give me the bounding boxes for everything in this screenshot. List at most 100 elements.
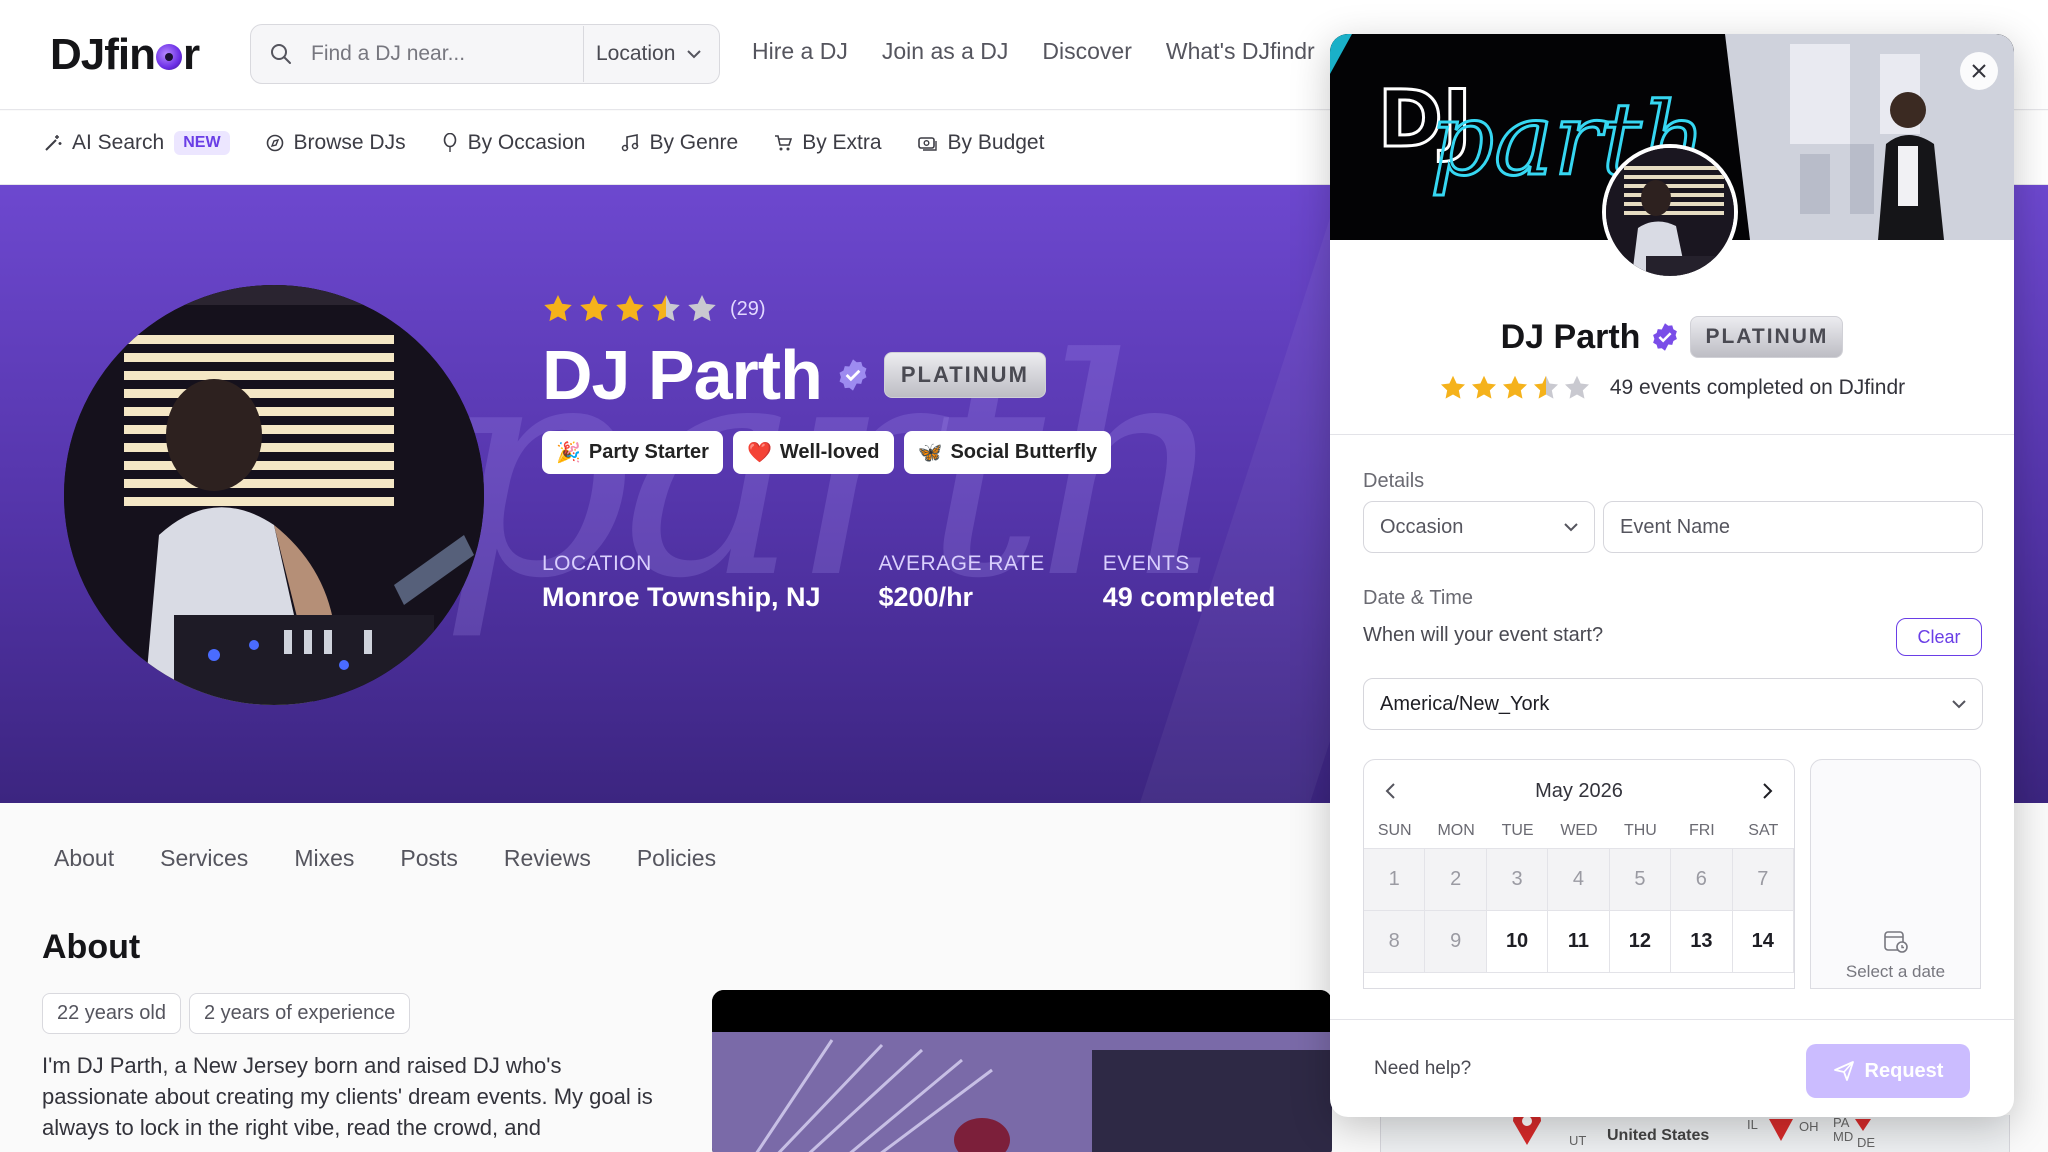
verified-icon	[839, 359, 867, 391]
location-select[interactable]: Location	[584, 42, 719, 66]
close-button[interactable]	[1960, 52, 1998, 90]
rating: (29)	[542, 293, 1275, 325]
stat-label: LOCATION	[542, 552, 652, 575]
weekday-label: TUE	[1501, 822, 1534, 839]
chevron-down-icon	[1564, 522, 1578, 531]
divider	[1330, 1019, 2014, 1020]
send-icon	[1833, 1061, 1854, 1081]
tag-social-butterfly: 🦋 Social Butterfly	[903, 431, 1112, 474]
timezone-value: America/New_York	[1380, 692, 1550, 715]
tab-posts[interactable]: Posts	[400, 845, 458, 872]
calendar-day: 9	[1425, 911, 1487, 973]
butterfly-icon: 🦋	[917, 442, 943, 464]
event-name-input[interactable]: Event Name	[1603, 501, 1983, 553]
new-badge: NEW	[174, 131, 230, 155]
avatar	[64, 285, 484, 705]
money-icon	[917, 137, 937, 151]
nav-hire-dj[interactable]: Hire a DJ	[752, 38, 848, 65]
tab-reviews[interactable]: Reviews	[504, 845, 591, 872]
calendar-day: 4	[1548, 849, 1610, 911]
location-map[interactable]: United States UT IL OH PA MD DE	[1380, 1115, 2010, 1152]
review-count[interactable]: (29)	[730, 298, 766, 321]
events-completed: 49 events completed on DJfindr	[1609, 376, 1906, 399]
section-title: About	[42, 928, 141, 966]
party-popper-icon: 🎉	[556, 442, 581, 464]
star-icon	[688, 295, 716, 322]
request-label: Request	[1864, 1059, 1944, 1082]
stat-value: Monroe Township, NJ	[542, 582, 821, 612]
stat-location: LOCATION Monroe Township, NJ	[542, 552, 821, 613]
profile-stats: LOCATION Monroe Township, NJ AVERAGE RATE…	[542, 552, 1275, 613]
weekday-label: MON	[1437, 822, 1475, 839]
map-label: DE	[1857, 1135, 1876, 1150]
stat-rate: AVERAGE RATE $200/hr	[879, 552, 1045, 613]
hero-info: (29) DJ Parth PLATINUM 🎉 Party Starter ❤️…	[542, 293, 1275, 613]
request-button[interactable]: Request	[1806, 1044, 1970, 1098]
search-bar: Find a DJ near... Location	[250, 24, 720, 84]
tag-label: Social Butterfly	[950, 441, 1098, 463]
calendar: May 2026 SUN MON TUE WED THU FRI SAT 123456789…	[1363, 759, 1795, 989]
search-input[interactable]: Find a DJ near...	[311, 42, 583, 66]
tab-policies[interactable]: Policies	[637, 845, 716, 872]
subnav-ai-search[interactable]: AI Search NEW	[44, 131, 230, 155]
subnav-label: AI Search	[72, 131, 165, 154]
stat-label: EVENTS	[1102, 552, 1190, 575]
calendar-day[interactable]: 11	[1548, 911, 1610, 973]
tag-label: Well-loved	[779, 441, 880, 463]
logo[interactable]: DJfin r	[50, 30, 200, 80]
map-label: UT	[1569, 1133, 1587, 1148]
subnav-label: By Occasion	[467, 131, 586, 154]
star-icon	[1564, 375, 1589, 399]
calendar-day[interactable]: 10	[1486, 911, 1549, 973]
need-help-link[interactable]: Need help?	[1374, 1058, 1471, 1080]
cart-icon	[775, 135, 793, 151]
weekday-label: WED	[1560, 822, 1598, 839]
calendar-day: 1	[1364, 849, 1426, 911]
tab-services[interactable]: Services	[160, 845, 248, 872]
calendar-day: 2	[1425, 849, 1487, 911]
tab-mixes[interactable]: Mixes	[294, 845, 354, 872]
calendar-day[interactable]: 14	[1732, 911, 1794, 973]
video-player[interactable]	[712, 990, 1332, 1152]
star-icon	[1502, 375, 1527, 399]
age-chip: 22 years old	[42, 993, 181, 1034]
nav-whats-djfindr[interactable]: What's DJfindr	[1166, 38, 1315, 65]
star-icon	[1471, 375, 1496, 399]
tag-party-starter: 🎉 Party Starter	[542, 431, 723, 474]
event-name-placeholder: Event Name	[1620, 515, 1731, 538]
about-chips: 22 years old 2 years of experience	[42, 993, 411, 1034]
main-nav: Hire a DJ Join as a DJ Discover What's D…	[752, 38, 1315, 65]
subnav-by-extra[interactable]: By Extra	[774, 131, 882, 155]
stars	[542, 293, 718, 325]
occasion-select[interactable]: Occasion	[1363, 501, 1595, 553]
select-date-hint: Select a date	[1845, 962, 1946, 981]
map-label: United States	[1607, 1127, 1710, 1144]
map-label: OH	[1799, 1119, 1819, 1134]
panel-avatar	[1602, 144, 1738, 280]
stars	[1439, 374, 1591, 402]
time-slots: Select a date	[1810, 759, 1981, 989]
subnav-by-budget[interactable]: By Budget	[917, 131, 1044, 155]
nav-discover[interactable]: Discover	[1042, 38, 1131, 65]
subnav-by-genre[interactable]: By Genre	[621, 131, 738, 155]
chevron-left-icon[interactable]	[1384, 782, 1396, 800]
bio-text: I'm DJ Parth, a New Jersey born and rais…	[42, 1053, 653, 1140]
subnav-label: Browse DJs	[293, 131, 406, 154]
subnav-by-occasion[interactable]: By Occasion	[442, 131, 586, 155]
star-icon	[652, 295, 680, 322]
chevron-right-icon[interactable]	[1762, 782, 1774, 800]
calendar-day: 7	[1732, 849, 1794, 911]
calendar-day[interactable]: 13	[1671, 911, 1733, 973]
event-start-question: When will your event start?	[1363, 624, 1604, 646]
calendar-day[interactable]: 12	[1609, 911, 1672, 973]
chevron-down-icon	[687, 49, 702, 58]
nav-join-dj[interactable]: Join as a DJ	[882, 38, 1009, 65]
badge-tags: 🎉 Party Starter ❤️ Well-loved 🦋 Social Butt…	[542, 431, 1275, 474]
tab-about[interactable]: About	[54, 845, 114, 872]
timezone-select[interactable]: America/New_York	[1363, 678, 1983, 730]
clear-button[interactable]: Clear	[1896, 618, 1982, 656]
tag-label: Party Starter	[588, 441, 709, 463]
datetime-label: Date & Time	[1363, 587, 1474, 609]
tag-well-loved: ❤️ Well-loved	[732, 431, 894, 474]
subnav-browse-djs[interactable]: Browse DJs	[266, 131, 406, 155]
